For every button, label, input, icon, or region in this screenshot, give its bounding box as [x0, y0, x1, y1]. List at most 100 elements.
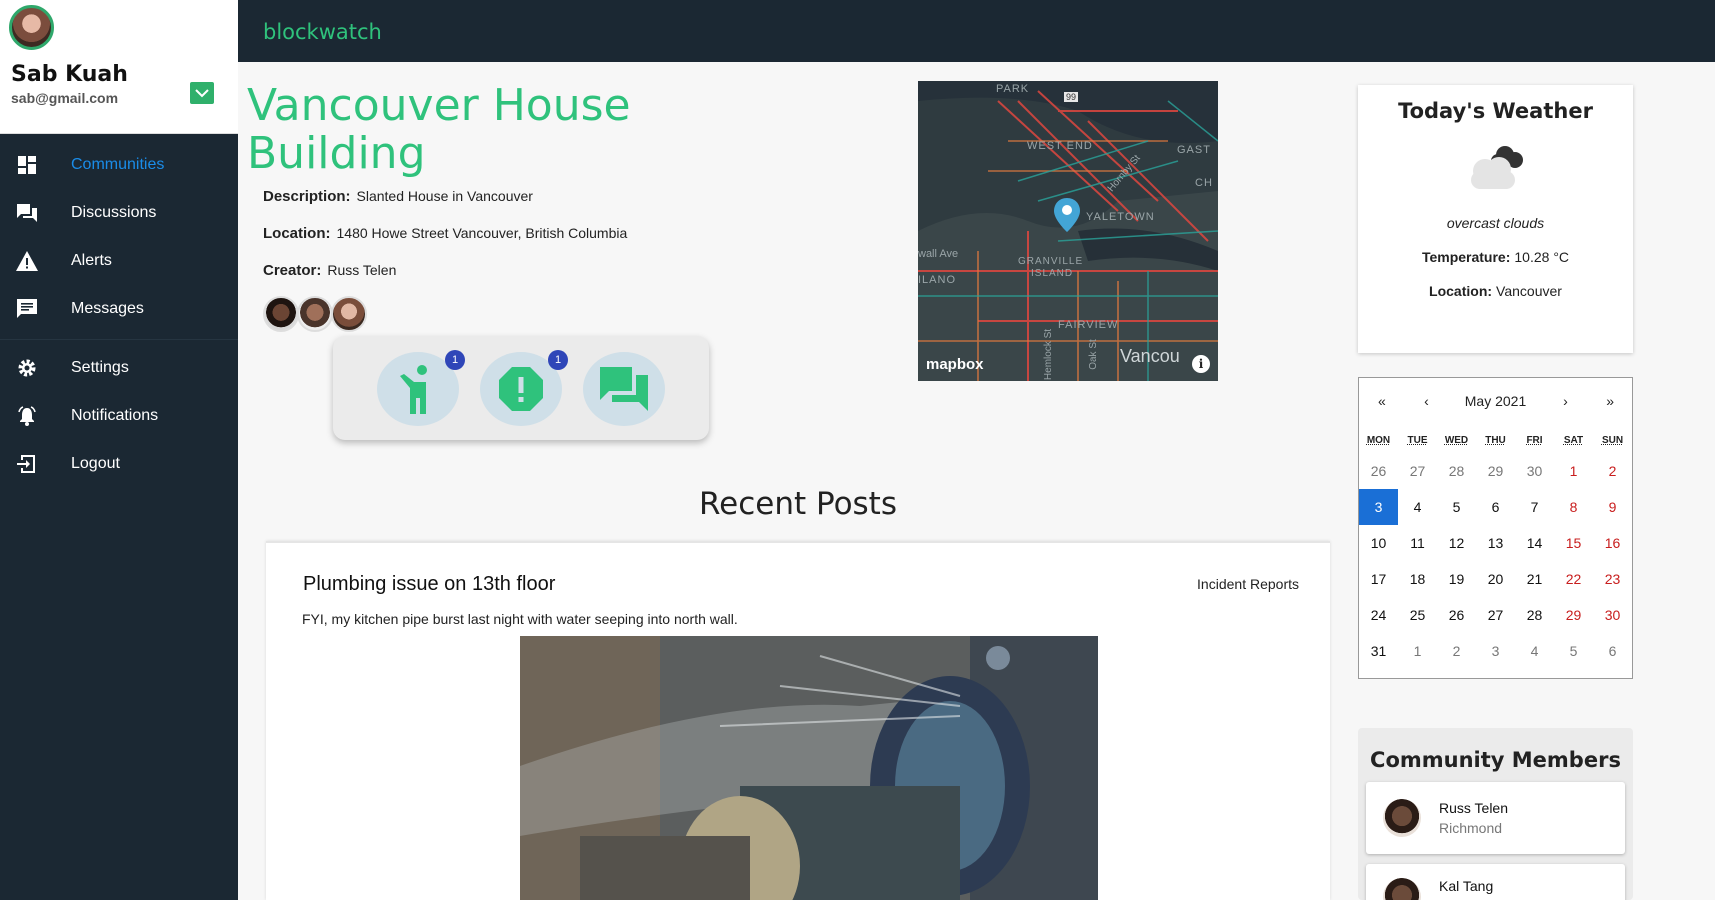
avatar[interactable]	[9, 5, 54, 50]
sidebar-item-communities[interactable]: Communities	[0, 141, 238, 189]
prev-month-button[interactable]: ‹	[1405, 393, 1449, 409]
sidebar-item-label: Logout	[71, 455, 120, 472]
sidebar-item-discussions[interactable]: Discussions	[0, 189, 238, 237]
post-category[interactable]: Incident Reports	[1197, 576, 1299, 592]
sidebar-item-logout[interactable]: Logout	[0, 440, 238, 488]
calendar-day[interactable]: 5	[1437, 489, 1476, 525]
calendar-day[interactable]: 19	[1437, 561, 1476, 597]
calendar-day[interactable]: 11	[1398, 525, 1437, 561]
post-title[interactable]: Plumbing issue on 13th floor	[303, 573, 555, 596]
calendar-day[interactable]: 15	[1554, 525, 1593, 561]
sidebar-item-label: Settings	[71, 359, 129, 376]
calendar-nav: « ‹ May 2021 › »	[1359, 378, 1632, 423]
calendar-day[interactable]: 8	[1554, 489, 1593, 525]
page-title: Vancouver House Building	[247, 80, 631, 179]
prev-year-button[interactable]: «	[1359, 393, 1405, 409]
creator-value: Russ Telen	[327, 262, 397, 278]
calendar-day[interactable]: 25	[1398, 597, 1437, 633]
calendar-day[interactable]: 31	[1359, 633, 1398, 669]
calendar-day[interactable]: 4	[1398, 489, 1437, 525]
calendar-weekdays: MON TUE WED THU FRI SAT SUN	[1359, 423, 1632, 453]
calendar-day[interactable]: 5	[1554, 633, 1593, 669]
calendar-day[interactable]: 1	[1398, 633, 1437, 669]
highway-shield: 99	[1064, 92, 1079, 102]
calendar-day[interactable]: 26	[1437, 597, 1476, 633]
member-name: Russ Telen	[1439, 800, 1509, 816]
weather-location: Location: Vancouver	[1358, 283, 1633, 299]
calendar-day[interactable]: 21	[1515, 561, 1554, 597]
calendar-day[interactable]: 6	[1476, 489, 1515, 525]
calendar-day[interactable]: 28	[1515, 597, 1554, 633]
avatar[interactable]	[331, 296, 367, 332]
map-label-west-end: WEST END	[1027, 140, 1093, 152]
sidebar-item-notifications[interactable]: Notifications	[0, 392, 238, 440]
member-city: Richmond	[1439, 820, 1503, 836]
community-members-title: Community Members	[1370, 748, 1621, 772]
sidebar-item-alerts[interactable]: Alerts	[0, 237, 238, 285]
sidebar-item-settings[interactable]: Settings	[0, 344, 238, 392]
calendar-day[interactable]: 6	[1593, 633, 1632, 669]
sidebar-item-messages[interactable]: Messages	[0, 285, 238, 333]
profile-email: sab@gmail.com	[11, 90, 119, 106]
community-location: Location: 1480 Howe Street Vancouver, Bri…	[263, 225, 627, 242]
calendar-day[interactable]: 29	[1554, 597, 1593, 633]
next-year-button[interactable]: »	[1588, 393, 1632, 409]
calendar-day[interactable]: 2	[1593, 453, 1632, 489]
calendar-day[interactable]: 10	[1359, 525, 1398, 561]
discussion-button[interactable]	[583, 352, 665, 426]
avatar[interactable]	[263, 296, 299, 332]
avatar[interactable]	[297, 296, 333, 332]
member-card[interactable]: Russ Telen Richmond	[1366, 782, 1625, 854]
weekday-label: SAT	[1563, 435, 1584, 446]
calendar-day[interactable]: 22	[1554, 561, 1593, 597]
post-body: FYI, my kitchen pipe burst last night wi…	[302, 611, 738, 627]
brand-logo[interactable]: blockwatch	[263, 20, 382, 44]
calendar-day[interactable]: 3	[1476, 633, 1515, 669]
calendar-week: 3 4 5 6 7 8 9	[1359, 489, 1632, 525]
calendar-day[interactable]: 14	[1515, 525, 1554, 561]
temperature-value: 10.28 °C	[1514, 249, 1570, 265]
calendar-day[interactable]: 1	[1554, 453, 1593, 489]
map-label-hemlock: Hemlock St	[1043, 328, 1055, 381]
calendar-week: 31 1 2 3 4 5 6	[1359, 633, 1632, 669]
calendar-day[interactable]: 30	[1593, 597, 1632, 633]
calendar-day[interactable]: 29	[1476, 453, 1515, 489]
calendar-day-selected[interactable]: 3	[1359, 489, 1398, 525]
calendar-day[interactable]: 30	[1515, 453, 1554, 489]
community-members-panel: Community Members Russ Telen Richmond Ka…	[1358, 728, 1633, 900]
post-image[interactable]	[520, 636, 1098, 900]
post-card[interactable]: Plumbing issue on 13th floor Incident Re…	[266, 541, 1330, 900]
report-incident-button[interactable]: 1	[377, 350, 465, 426]
calendar-day[interactable]: 20	[1476, 561, 1515, 597]
calendar-day[interactable]: 12	[1437, 525, 1476, 561]
calendar-day[interactable]: 26	[1359, 453, 1398, 489]
alert-button[interactable]: 1	[480, 350, 568, 426]
community-map[interactable]: PARK 99 WEST END GAST CH YALETOWN Hornby…	[918, 81, 1218, 381]
calendar-day[interactable]: 28	[1437, 453, 1476, 489]
map-info-icon[interactable]: i	[1192, 355, 1210, 373]
calendar-day[interactable]: 2	[1437, 633, 1476, 669]
calendar-day[interactable]: 17	[1359, 561, 1398, 597]
calendar-month-label[interactable]: May 2021	[1448, 393, 1542, 409]
calendar-day[interactable]: 24	[1359, 597, 1398, 633]
calendar-day[interactable]: 16	[1593, 525, 1632, 561]
weekday-label: WED	[1444, 435, 1469, 446]
weekday-label: THU	[1485, 435, 1506, 446]
calendar-day[interactable]: 9	[1593, 489, 1632, 525]
sidebar-item-label: Notifications	[71, 407, 159, 424]
calendar-day[interactable]: 13	[1476, 525, 1515, 561]
calendar-day[interactable]: 27	[1398, 453, 1437, 489]
location-value: 1480 Howe Street Vancouver, British Colu…	[336, 225, 628, 241]
calendar-day[interactable]: 27	[1476, 597, 1515, 633]
next-month-button[interactable]: ›	[1543, 393, 1589, 409]
calendar-day[interactable]: 23	[1593, 561, 1632, 597]
calendar-day[interactable]: 4	[1515, 633, 1554, 669]
calendar-day[interactable]: 7	[1515, 489, 1554, 525]
weekday-label: MON	[1366, 435, 1391, 446]
profile-menu-toggle[interactable]	[190, 82, 214, 104]
recent-posts-heading: Recent Posts	[698, 486, 897, 522]
weather-description: overcast clouds	[1446, 215, 1545, 231]
member-card[interactable]: Kal Tang	[1366, 864, 1625, 900]
calendar-day[interactable]: 18	[1398, 561, 1437, 597]
dashboard-icon	[16, 154, 38, 176]
